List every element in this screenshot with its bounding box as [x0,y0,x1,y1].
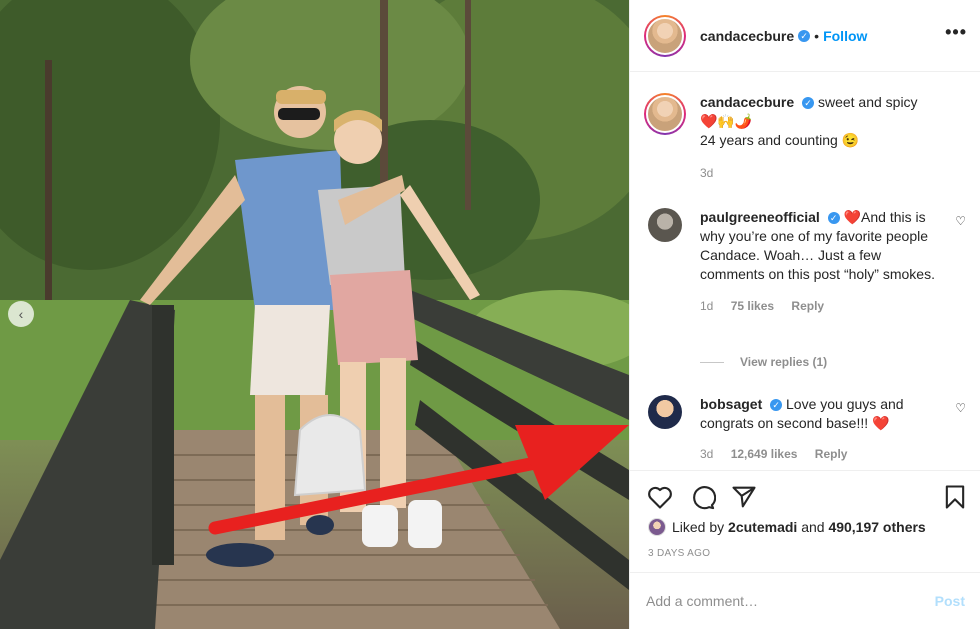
caption-line-2: 24 years and counting 😉 [700,132,860,148]
verified-badge-icon: ✓ [802,97,815,110]
liker-avatar[interactable] [648,518,666,536]
carousel-previous-button[interactable]: ‹ [8,301,34,327]
comment-likes[interactable]: 75 likes [731,299,774,313]
chevron-left-icon: ‹ [18,306,24,322]
caption-author[interactable]: candacecbure [700,94,794,110]
commenter-avatar[interactable] [648,208,682,242]
post-timestamp[interactable]: 3 DAYS AGO [648,548,710,559]
share-icon[interactable] [730,483,758,511]
verified-badge-icon: ✓ [770,399,783,412]
verified-badge-icon: ✓ [798,29,811,42]
post-comment-button[interactable]: Post [935,593,965,609]
comments-list: candacecbure ✓ sweet and spicy ❤️🙌🌶️ 24 … [630,73,980,470]
reply-button[interactable]: Reply [815,447,848,461]
liked-by-connector: and [801,519,825,535]
add-comment-bar: Post [630,572,980,629]
comment-age: 3d [700,447,714,461]
likes-count[interactable]: 490,197 others [828,519,925,535]
bookmark-icon[interactable] [941,483,969,511]
heart-icon[interactable] [646,483,674,511]
comment-author[interactable]: bobsaget [700,396,762,412]
caption-emojis: ❤️🙌🌶️ [700,113,753,129]
commenter-avatar[interactable] [648,395,682,429]
liked-by-user[interactable]: 2cutemadi [728,519,797,535]
replies-divider-line [700,361,724,363]
separator-dot: • [814,27,820,44]
comment-author[interactable]: paulgreeneofficial [700,209,820,225]
comment-input[interactable] [646,593,935,609]
view-replies-button[interactable]: View replies (1) [700,355,827,369]
more-options-icon[interactable]: ••• [945,22,967,43]
caption-age: 3d [700,166,714,180]
follow-button[interactable]: Follow [823,28,867,44]
view-replies-label: View replies (1) [740,355,828,369]
likes-summary: Liked by 2cutemadi and 490,197 others [648,518,926,536]
post-photo: ‹ [0,0,629,629]
post-side-panel: candacecbure ✓ • Follow ••• candacecbure… [629,0,980,629]
post-actions: Liked by 2cutemadi and 490,197 others 3 … [630,470,980,559]
author-avatar[interactable] [644,14,686,57]
photo-illustration [0,0,629,629]
comment-age: 1d [700,299,714,313]
caption-author-avatar[interactable] [644,93,686,135]
author-username[interactable]: candacecbure [700,28,794,44]
caption-text: sweet and spicy [817,94,918,110]
liked-by-prefix: Liked by [672,519,725,535]
like-comment-heart-icon[interactable]: ♡ [955,401,966,415]
verified-badge-icon: ✓ [827,212,840,225]
like-comment-heart-icon[interactable]: ♡ [955,214,966,228]
reply-button[interactable]: Reply [791,299,824,313]
post-header: candacecbure ✓ • Follow ••• [630,0,980,72]
comment-likes[interactable]: 12,649 likes [731,447,798,461]
comment-icon[interactable] [688,483,716,511]
